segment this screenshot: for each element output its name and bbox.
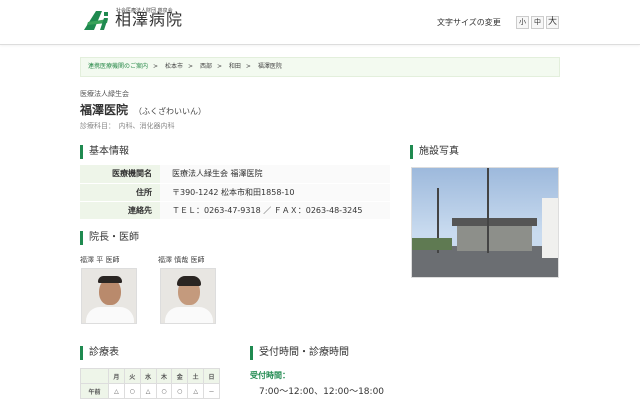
schedule-mark: ○ xyxy=(123,383,141,399)
day-header: 水 xyxy=(139,368,157,384)
doctor-photo xyxy=(81,268,137,324)
day-header: 土 xyxy=(187,368,205,384)
section-heading-schedule: 診療表 xyxy=(80,346,119,360)
clinic-corporation: 医療法人緑生会 xyxy=(80,90,129,98)
breadcrumb: 連携医療機関のご案内 > 松本市 > 西部 > 和田 > 福澤医院 xyxy=(80,57,560,77)
breadcrumb-item[interactable]: 松本市 xyxy=(165,63,183,70)
breadcrumb-separator: > xyxy=(187,63,194,70)
clinic-departments: 診療科目： 内科、消化器内科 xyxy=(80,122,175,130)
font-size-large-button[interactable]: 大 xyxy=(546,16,559,29)
schedule-mark: △ xyxy=(108,383,125,399)
day-header: 月 xyxy=(108,368,125,384)
schedule-mark: － xyxy=(203,383,220,399)
section-heading-doctors: 院長・医師 xyxy=(80,231,139,245)
day-header: 木 xyxy=(155,368,173,384)
clinic-kana: （ふくざわいいん） xyxy=(134,107,207,116)
table-row: 連絡先 ＴＥＬ：0263-47-9318 ／ ＦＡＸ：0263-48-3245 xyxy=(80,201,390,220)
table-row: 午前 △ ○ △ ○ ○ △ － xyxy=(80,383,220,399)
schedule-mark: △ xyxy=(139,383,157,399)
doctor-name: 福澤 平 医師 xyxy=(80,256,120,264)
logo-subtitle: 社会医療法人財団 慈泉会 xyxy=(116,8,173,14)
info-value: 医療法人緑生会 福澤医院 xyxy=(160,165,390,184)
hospital-logo[interactable]: 社会医療法人財団 慈泉会 相澤病院 xyxy=(82,8,183,31)
table-row: 住所 〒390-1242 松本市和田1858-10 xyxy=(80,183,390,202)
reception-hours-label: 受付時間： xyxy=(250,371,290,380)
table-row: 医療機関名 医療法人緑生会 福澤医院 xyxy=(80,165,390,184)
day-header: 金 xyxy=(171,368,189,384)
info-key: 住所 xyxy=(80,183,160,202)
doctor-name: 福澤 慎哉 医師 xyxy=(158,256,205,264)
clinic-name: 福澤医院 xyxy=(80,103,129,117)
breadcrumb-separator: > xyxy=(245,63,251,70)
site-header: 社会医療法人財団 慈泉会 相澤病院 文字サイズの変更 小 中 大 xyxy=(0,0,640,45)
section-heading-basic: 基本情報 xyxy=(80,145,129,159)
breadcrumb-current: 福澤医院 xyxy=(257,63,282,70)
schedule-mark: ○ xyxy=(171,383,189,399)
breadcrumb-item[interactable]: 和田 xyxy=(229,63,241,70)
schedule-mark: △ xyxy=(187,383,205,399)
section-heading-photo: 施設写真 xyxy=(410,145,459,159)
breadcrumb-separator: > xyxy=(216,63,222,70)
table-header-row: 月火水木金土日 xyxy=(80,368,220,384)
breadcrumb-separator: > xyxy=(153,63,159,70)
schedule-mark: ○ xyxy=(155,383,173,399)
font-size-small-button[interactable]: 小 xyxy=(516,16,529,29)
reception-hours-value: 7:00～12:00、12:00～18:00 xyxy=(259,387,385,397)
font-size-label: 文字サイズの変更 xyxy=(437,18,501,27)
breadcrumb-item[interactable]: 西部 xyxy=(200,63,212,70)
facility-photo xyxy=(411,167,559,278)
day-header: 火 xyxy=(123,368,141,384)
breadcrumb-link[interactable]: 連携医療機関のご案内 xyxy=(88,63,148,70)
schedule-table: 月火水木金土日 午前 △ ○ △ ○ ○ △ － xyxy=(80,368,220,399)
doctor-photo xyxy=(160,268,216,324)
info-key: 医療機関名 xyxy=(80,165,160,184)
row-label: 午前 xyxy=(80,383,109,399)
basic-info-table: 医療機関名 医療法人緑生会 福澤医院 住所 〒390-1242 松本市和田1858-… xyxy=(80,165,390,220)
font-size-buttons: 小 中 大 xyxy=(516,16,559,29)
page-title: 福澤医院 （ふくざわいいん） xyxy=(80,101,206,118)
logo-mark-icon xyxy=(84,11,108,30)
info-value: 〒390-1242 松本市和田1858-10 xyxy=(160,183,390,202)
day-header: 日 xyxy=(203,368,220,384)
corner-cell xyxy=(80,368,109,384)
info-key: 連絡先 xyxy=(80,201,160,220)
font-size-medium-button[interactable]: 中 xyxy=(531,16,544,29)
info-value: ＴＥＬ：0263-47-9318 ／ ＦＡＸ：0263-48-3245 xyxy=(160,201,390,220)
section-heading-hours: 受付時間・診療時間 xyxy=(250,346,349,360)
